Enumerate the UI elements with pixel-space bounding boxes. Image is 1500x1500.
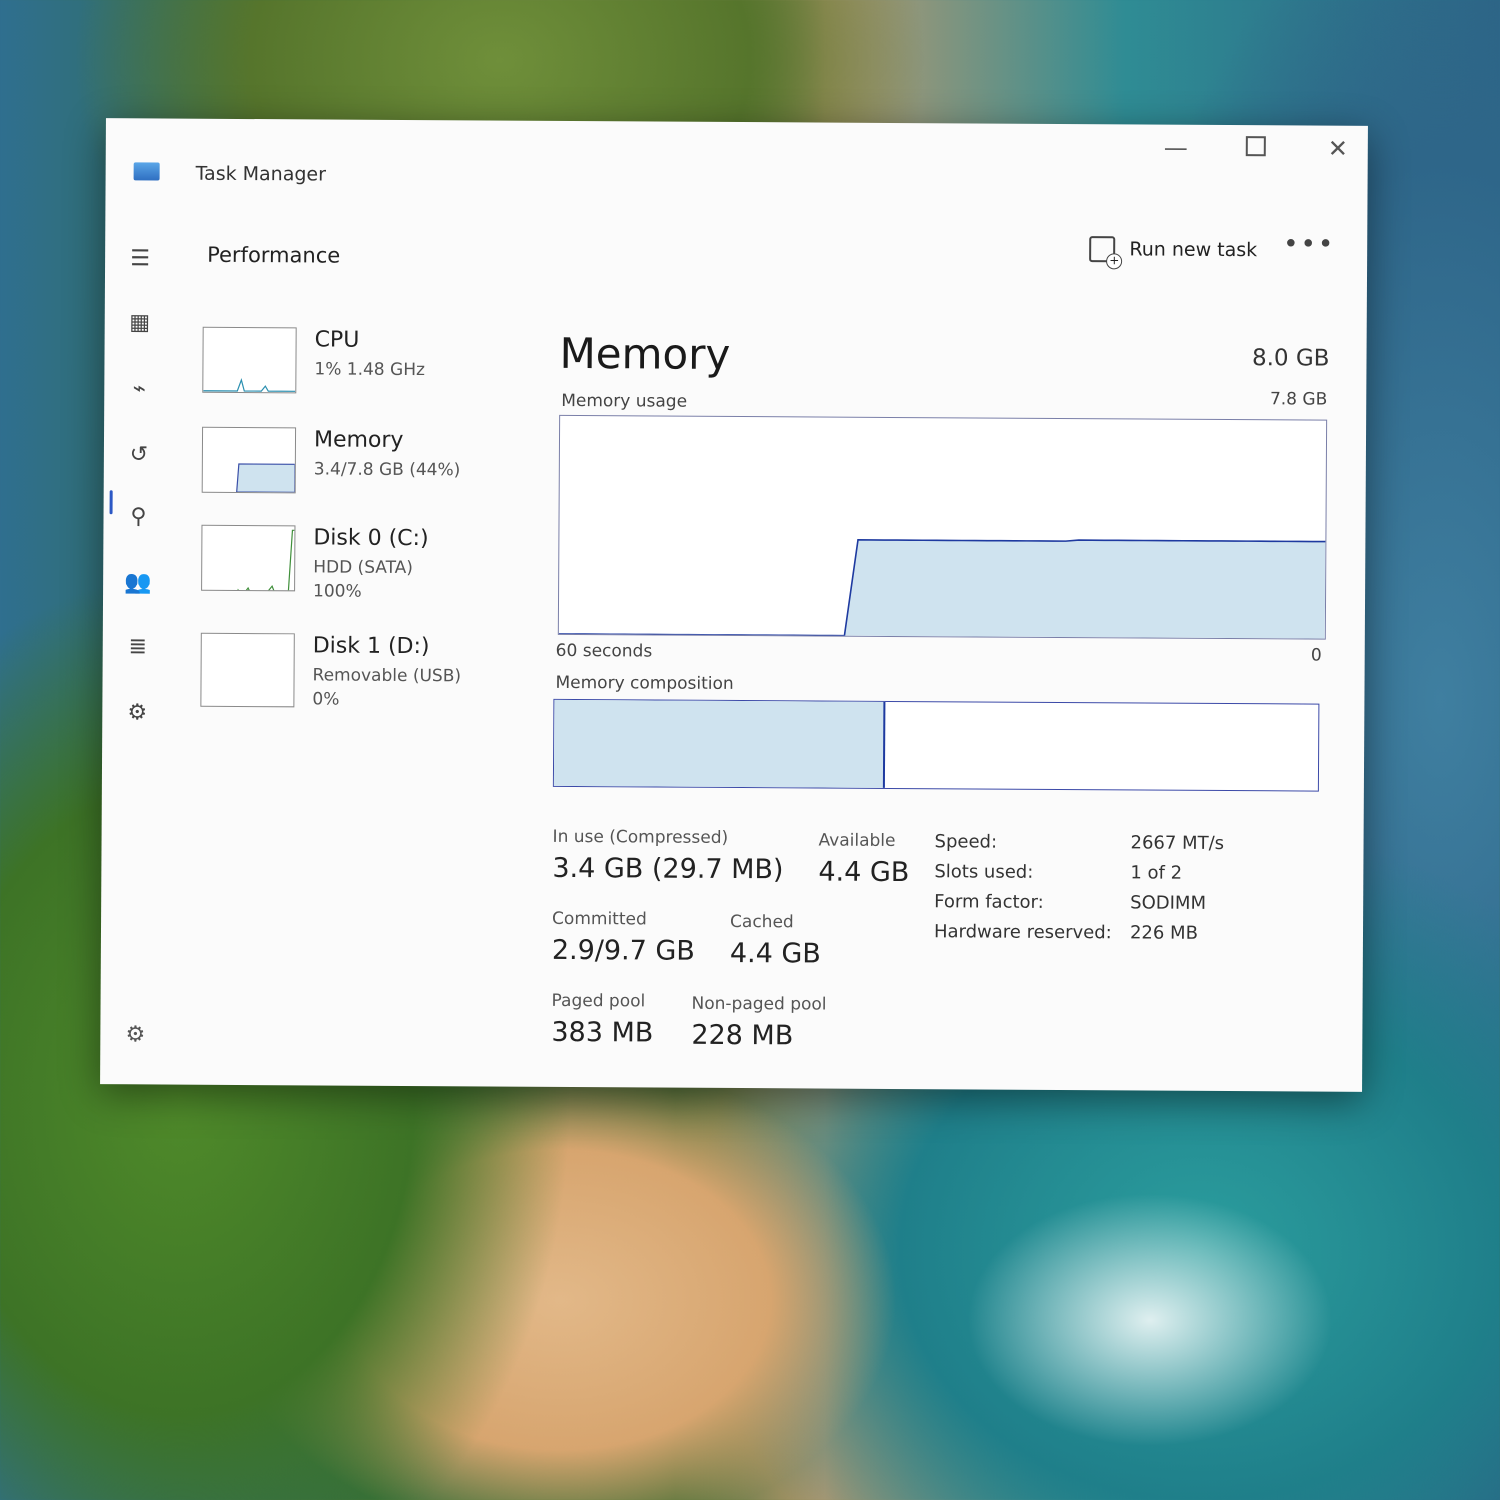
stat-paged-pool: Paged pool 383 MB (551, 991, 653, 1049)
nav-active-indicator (109, 490, 113, 515)
spec-speed: Speed: 2667 MT/s (934, 831, 1224, 854)
memory-panel: Memory 8.0 GB Memory usage 7.8 GB 60 sec… (551, 329, 1340, 1051)
spec-label: Form factor: (934, 891, 1044, 913)
details-icon[interactable]: ≣ (123, 632, 153, 662)
close-icon: ✕ (1327, 134, 1348, 163)
hamburger-icon[interactable]: ☰ (125, 244, 155, 274)
memory-total: 8.0 GB (1251, 345, 1330, 372)
memory-usage-area (558, 539, 1326, 639)
device-name: CPU (314, 327, 360, 353)
disk1-usage: 0% (312, 689, 340, 710)
stat-value: 383 MB (551, 1016, 654, 1049)
run-task-icon (1089, 236, 1116, 263)
spec-label: Hardware reserved: (933, 921, 1112, 944)
stat-label: Cached (730, 911, 794, 933)
stat-label: Committed (552, 908, 647, 930)
memory-usage-graph (557, 414, 1328, 640)
memory-composition-bar (552, 698, 1320, 792)
device-name: Disk 0 (C:) (313, 525, 429, 552)
spec-slots: Slots used: 1 of 2 (934, 861, 1182, 884)
maximize-icon (1245, 136, 1266, 157)
stat-cached: Cached 4.4 GB (730, 912, 821, 970)
page-title: Performance (207, 242, 341, 268)
spec-value: 226 MB (1129, 922, 1199, 944)
processes-icon[interactable]: ▦ (125, 308, 155, 338)
run-new-task-label: Run new task (1129, 238, 1258, 262)
stat-label: Non-paged pool (691, 993, 827, 1015)
memory-thumb-graph (236, 463, 296, 493)
spec-label: Speed: (934, 831, 998, 853)
device-name: Memory (313, 427, 404, 453)
task-manager-icon (133, 162, 160, 181)
stat-in-use: In use (Compressed) 3.4 GB (29.7 MB) (552, 827, 783, 885)
spec-form-factor: Form factor: SODIMM (934, 891, 1206, 914)
minimize-button[interactable]: — (1156, 133, 1196, 163)
memory-title: Memory (559, 328, 731, 379)
cpu-thumb-graph (203, 378, 296, 392)
device-disk0[interactable]: Disk 0 (C:) HDD (SATA) 100% (201, 524, 502, 627)
spec-value: SODIMM (1130, 892, 1207, 914)
device-sub: 3.4/7.8 GB (44%) (313, 459, 461, 481)
memory-usage-svg (558, 539, 1326, 639)
spec-value: 2667 MT/s (1130, 832, 1225, 854)
window-title: Task Manager (195, 162, 327, 186)
device-sub: HDD (SATA) 100% (313, 555, 413, 604)
stat-label: Available (818, 830, 896, 851)
memory-usage-label: Memory usage (561, 390, 688, 412)
memory-thumbnail (201, 426, 297, 494)
device-sub: 1% 1.48 GHz (314, 359, 426, 381)
graph-axis-right: 0 (1310, 645, 1322, 666)
users-icon[interactable]: 👥 (123, 568, 153, 598)
spec-value: 1 of 2 (1130, 862, 1183, 884)
title-bar[interactable]: Task Manager — ✕ (105, 118, 1368, 216)
device-disk1[interactable]: Disk 1 (D:) Removable (USB) 0% (200, 632, 501, 735)
close-button[interactable]: ✕ (1318, 134, 1358, 164)
stat-label: Paged pool (551, 990, 646, 1012)
services-icon[interactable]: ⚙ (122, 698, 152, 728)
minimize-icon: — (1163, 133, 1188, 162)
memory-composition-in-use (553, 699, 885, 788)
cpu-thumb-line (203, 378, 296, 392)
stat-label: In use (Compressed) (552, 826, 729, 848)
performance-icon[interactable]: ⌁ (124, 374, 154, 404)
memory-thumb-area (236, 463, 296, 493)
disk0-thumbnail (201, 524, 296, 592)
disk0-usage: 100% (313, 581, 362, 602)
history-icon[interactable]: ↺ (124, 440, 154, 470)
device-list: CPU 1% 1.48 GHz Memory 3.4/7.8 GB (44%) … (200, 326, 503, 710)
maximize-button[interactable] (1236, 133, 1276, 163)
more-options-button[interactable]: ••• (1283, 229, 1335, 259)
spec-hardware-reserved: Hardware reserved: 226 MB (933, 921, 1198, 944)
disk0-thumb-graph (202, 529, 295, 592)
spec-label: Slots used: (934, 861, 1034, 883)
task-manager-window: Task Manager — ✕ ☰ ▦ ⌁ ↺ ⚲ 👥 ≣ ⚙ ⚙ Performance … (100, 118, 1368, 1092)
settings-icon[interactable]: ⚙ (122, 1022, 148, 1048)
graph-axis-left: 60 seconds (555, 640, 653, 662)
disk0-thumb-line (202, 529, 295, 592)
startup-icon[interactable]: ⚲ (123, 502, 153, 532)
stat-nonpaged-pool: Non-paged pool 228 MB (691, 994, 826, 1052)
cpu-thumbnail (202, 326, 297, 394)
stat-value: 4.4 GB (729, 937, 821, 970)
nav-rail: ☰ ▦ ⌁ ↺ ⚲ 👥 ≣ ⚙ ⚙ (100, 228, 175, 1068)
device-memory[interactable]: Memory 3.4/7.8 GB (44%) (201, 426, 502, 529)
disk0-type: HDD (SATA) (313, 557, 414, 579)
device-cpu[interactable]: CPU 1% 1.48 GHz (202, 326, 503, 429)
stat-value: 3.4 GB (29.7 MB) (552, 852, 784, 886)
wallpaper-surf (950, 1120, 1500, 1500)
stat-available: Available 4.4 GB (818, 831, 909, 889)
stat-value: 2.9/9.7 GB (551, 934, 695, 967)
device-sub: Removable (USB) 0% (312, 663, 461, 712)
memory-usage-max: 7.8 GB (1269, 389, 1328, 410)
disk1-thumbnail (200, 632, 295, 708)
stat-committed: Committed 2.9/9.7 GB (552, 909, 695, 967)
memory-composition-label: Memory composition (555, 672, 734, 694)
run-new-task-button[interactable]: Run new task (1089, 236, 1257, 263)
disk1-type: Removable (USB) (312, 665, 462, 687)
stat-value: 4.4 GB (818, 856, 910, 889)
stat-value: 228 MB (691, 1019, 794, 1052)
device-name: Disk 1 (D:) (312, 633, 430, 660)
